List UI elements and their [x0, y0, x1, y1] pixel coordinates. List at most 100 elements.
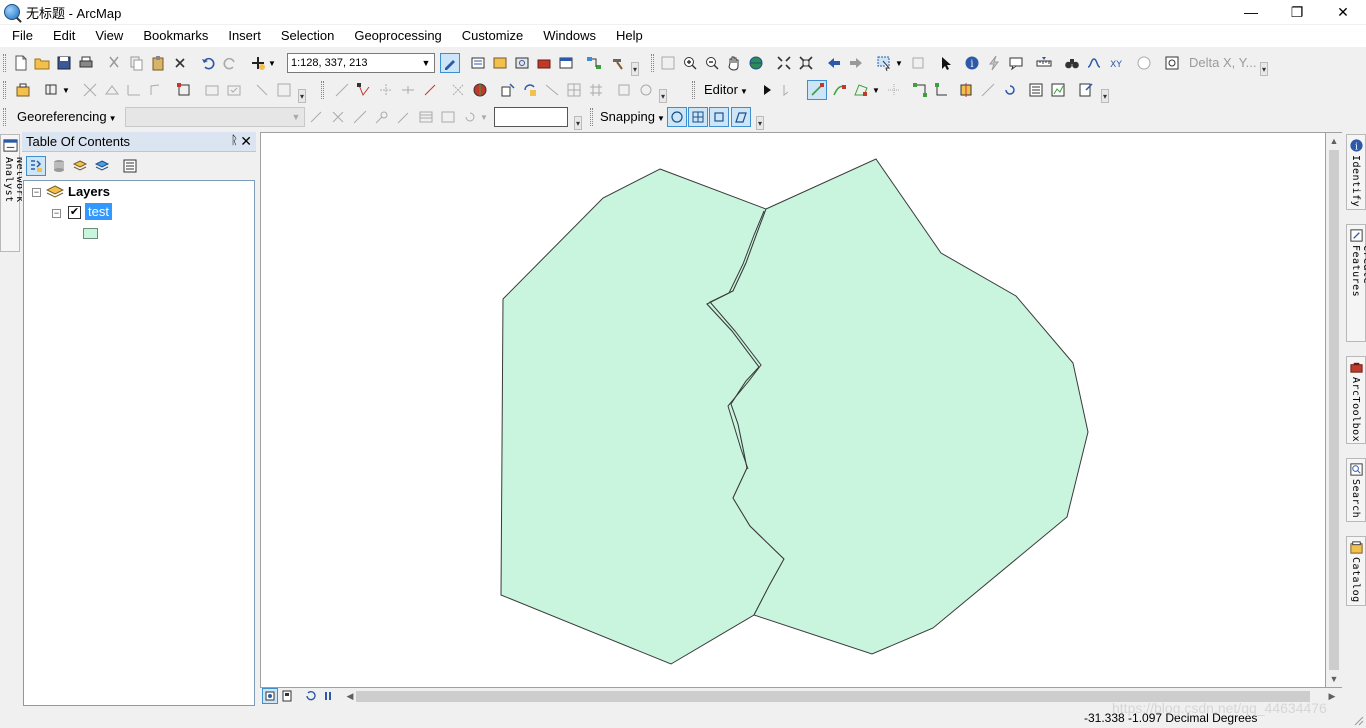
toolbar-grip[interactable] [3, 54, 6, 72]
rotate-tool-icon[interactable] [420, 80, 440, 100]
end-snapping-icon[interactable] [688, 107, 708, 127]
layer-visibility-checkbox[interactable]: ✔ [68, 206, 81, 219]
vertex-tool-disabled-icon[interactable] [884, 80, 904, 100]
fix-topology-icon[interactable] [252, 80, 272, 100]
new-document-icon[interactable] [11, 53, 31, 73]
toolbar-grip[interactable] [651, 54, 654, 72]
add-control-points-icon[interactable] [350, 107, 370, 127]
shift-raster-icon[interactable] [328, 107, 348, 127]
layer-collapse-toggle[interactable]: − [52, 209, 61, 218]
toolbar-overflow-icon[interactable]: ▾ [298, 89, 306, 103]
rotate-dropdown-icon[interactable]: ▼ [478, 107, 490, 127]
view-link-table-icon[interactable] [416, 107, 436, 127]
edit-vertices-icon[interactable] [332, 80, 352, 100]
find-binoculars-icon[interactable] [1062, 53, 1082, 73]
go-to-xy-icon[interactable]: XY [1106, 53, 1126, 73]
create-features-panel-icon[interactable] [1076, 80, 1096, 100]
pan-hand-icon[interactable] [724, 53, 744, 73]
copy-icon[interactable] [126, 53, 146, 73]
menu-customize[interactable]: Customize [450, 25, 531, 47]
fixed-zoom-out-icon[interactable] [796, 53, 816, 73]
map-display[interactable] [260, 132, 1326, 688]
select-features-dropdown-icon[interactable]: ▼ [893, 53, 905, 73]
search-tab[interactable]: Search [1346, 458, 1366, 522]
construction-tools-dropdown-icon[interactable]: ▼ [870, 80, 882, 100]
grid-disabled-2-icon[interactable] [586, 80, 606, 100]
identify-icon[interactable]: i [962, 53, 982, 73]
reshape-tool-icon[interactable] [932, 80, 952, 100]
menu-windows[interactable]: Windows [531, 25, 604, 47]
paste-icon[interactable] [148, 53, 168, 73]
point-snapping-icon[interactable] [667, 107, 687, 127]
menu-geoprocessing[interactable]: Geoprocessing [342, 25, 449, 47]
data-view-icon[interactable] [262, 688, 278, 704]
model-builder-icon[interactable] [584, 53, 604, 73]
menu-selection[interactable]: Selection [269, 25, 342, 47]
html-popup-icon[interactable] [1006, 53, 1026, 73]
arctoolbox-tab[interactable]: ArcToolbox [1346, 356, 1366, 444]
print-icon[interactable] [76, 53, 96, 73]
rotate-icon[interactable] [1000, 80, 1020, 100]
add-features-icon[interactable] [13, 80, 33, 100]
toolbar-overflow-icon[interactable]: ▾ [574, 116, 582, 130]
catalog-window-icon[interactable] [490, 53, 510, 73]
forward-arrow-icon[interactable] [846, 53, 866, 73]
network-analyst-tab[interactable]: Network Analyst [0, 134, 25, 252]
georeferencing-menu[interactable]: Georeferencing ▼ [17, 107, 117, 127]
topology-icon[interactable] [42, 80, 62, 100]
select-features-icon[interactable] [874, 53, 894, 73]
pin-icon[interactable]: ᚱ [231, 133, 238, 147]
full-extent-globe-icon[interactable] [746, 53, 766, 73]
edge-snapping-icon[interactable] [731, 107, 751, 127]
vertex-snapping-icon[interactable] [709, 107, 729, 127]
save-icon[interactable] [54, 53, 74, 73]
vertical-scroll-thumb[interactable] [1329, 150, 1339, 670]
toolbar-grip[interactable] [692, 81, 695, 99]
arctoolbox-icon[interactable] [534, 53, 554, 73]
zoom-to-link-icon[interactable] [394, 107, 414, 127]
create-features-window-icon[interactable] [498, 80, 518, 100]
list-by-selection-icon[interactable] [92, 156, 112, 176]
edit-annotation-icon[interactable] [779, 80, 799, 100]
menu-insert[interactable]: Insert [216, 25, 269, 47]
close-button[interactable]: ✕ [1320, 0, 1366, 24]
sketch-properties-icon[interactable] [470, 80, 490, 100]
error-inspector-icon[interactable] [274, 80, 294, 100]
catalog-tab[interactable]: Catalog [1346, 536, 1366, 606]
data-frame-label[interactable]: Layers [68, 184, 110, 199]
table-of-contents-icon[interactable] [468, 53, 488, 73]
layer-symbol-swatch[interactable] [83, 228, 98, 239]
zoom-out-icon[interactable] [702, 53, 722, 73]
measure-icon[interactable] [1034, 53, 1054, 73]
construct-features-icon[interactable] [174, 80, 194, 100]
add-data-dropdown-icon[interactable]: ▼ [266, 53, 278, 73]
clear-selection-icon[interactable] [908, 53, 928, 73]
options-icon[interactable] [120, 156, 140, 176]
list-by-drawing-order-icon[interactable] [26, 156, 46, 176]
add-data-icon[interactable] [248, 53, 268, 73]
fixed-zoom-in-icon[interactable] [774, 53, 794, 73]
validate-topology-icon[interactable] [202, 80, 222, 100]
toolbar-overflow-icon[interactable]: ▾ [631, 62, 639, 76]
toolbar-grip[interactable] [590, 108, 593, 126]
delete-icon[interactable] [170, 53, 190, 73]
menu-view[interactable]: View [83, 25, 131, 47]
rotate-raster-icon[interactable] [306, 107, 326, 127]
back-arrow-icon[interactable] [824, 53, 844, 73]
undo-icon[interactable] [198, 53, 218, 73]
menu-file[interactable]: File [0, 25, 41, 47]
editor-toolbar-icon[interactable] [440, 53, 460, 73]
cartography-icon[interactable] [542, 80, 562, 100]
georeferencing-layer-combo[interactable]: ▼ [125, 107, 305, 127]
cut-polygons-tool-icon[interactable] [956, 80, 976, 100]
toolbar-grip[interactable] [321, 81, 324, 99]
scroll-up-icon[interactable]: ▲ [1326, 133, 1342, 149]
split-tool-icon[interactable] [398, 80, 418, 100]
reshape-feature-icon[interactable] [354, 80, 374, 100]
straight-segment-icon[interactable] [807, 80, 827, 100]
sketch-properties-window-icon[interactable] [1048, 80, 1068, 100]
resize-grip-icon[interactable] [1354, 716, 1364, 726]
select-elements-arrow-icon[interactable] [936, 53, 956, 73]
grid-disabled-icon[interactable] [564, 80, 584, 100]
modify-edge-icon[interactable] [146, 80, 166, 100]
